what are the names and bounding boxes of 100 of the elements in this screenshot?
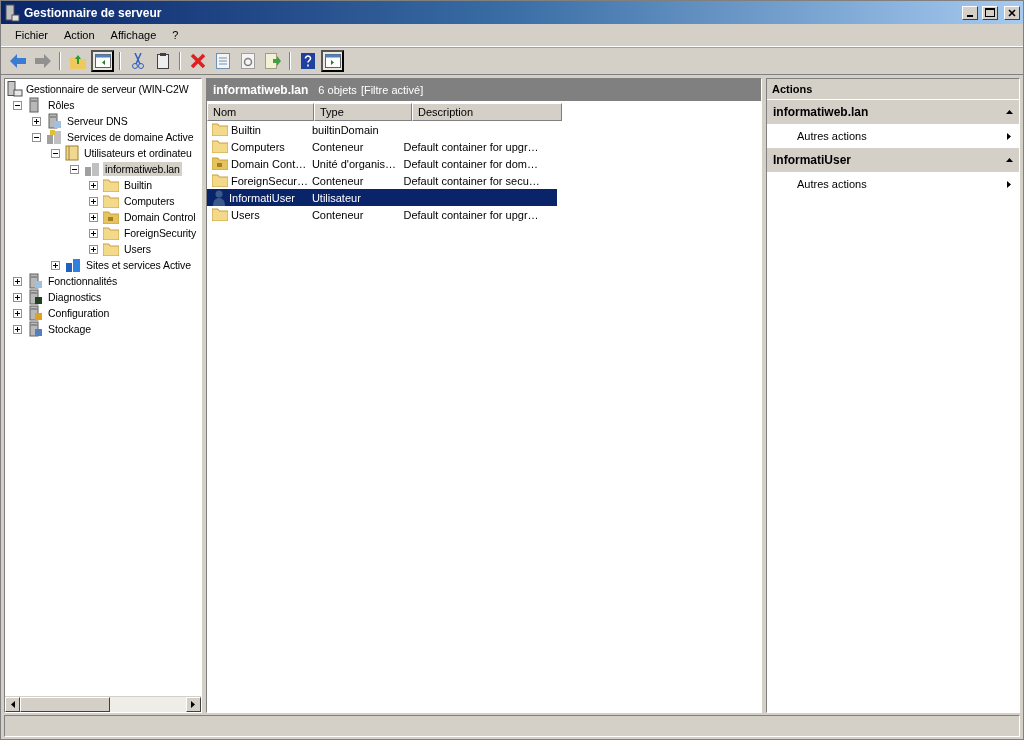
- actions-section-header[interactable]: informatiweb.lan: [767, 100, 1019, 124]
- close-button[interactable]: [1004, 5, 1020, 20]
- action-item[interactable]: Autres actions: [767, 172, 1019, 196]
- tree-item[interactable]: Diagnostics: [46, 290, 104, 304]
- plus-icon: [52, 261, 59, 269]
- menu-item[interactable]: Fichier: [7, 29, 56, 41]
- plus-icon: [14, 293, 21, 301]
- plus-icon: [90, 245, 97, 253]
- table-cell: InformatiUser: [229, 191, 296, 204]
- help-icon: [300, 53, 315, 69]
- table-cell: builtinDomain: [311, 123, 379, 136]
- expand-toggle[interactable]: [13, 324, 22, 334]
- table-cell: Default container for upgr…: [403, 140, 539, 153]
- tree-item[interactable]: Builtin: [122, 178, 154, 192]
- collapse-caret-icon: [1006, 110, 1013, 114]
- caret-icon: [1007, 132, 1011, 140]
- properties-icon: [215, 53, 230, 69]
- tree-item[interactable]: informatiweb.lan: [103, 162, 182, 176]
- menu-item[interactable]: Action: [56, 29, 103, 41]
- server-icon: [27, 305, 43, 321]
- plus-icon: [14, 309, 21, 317]
- folder-icon: [103, 226, 119, 240]
- list-row[interactable]: Domain Cont… Unité d'organis… Default container for dom…: [207, 155, 557, 172]
- tree-item[interactable]: Fonctionnalités: [46, 274, 120, 288]
- book-icon: [65, 145, 79, 161]
- tree-item[interactable]: Serveur DNS: [65, 114, 130, 128]
- tree-item[interactable]: Domain Control: [122, 210, 198, 224]
- expand-toggle[interactable]: [89, 212, 98, 222]
- maximize-button[interactable]: [982, 5, 998, 20]
- minimize-button[interactable]: [962, 5, 978, 20]
- expand-toggle[interactable]: [32, 116, 41, 126]
- collapse-toggle[interactable]: [70, 164, 79, 174]
- list-row[interactable]: Computers Conteneur Default container for upgr…: [207, 138, 557, 155]
- toolbar-button[interactable]: [321, 50, 344, 72]
- caret-icon: [1007, 180, 1011, 188]
- maximize-icon: [985, 8, 995, 17]
- menu-item[interactable]: Affichage: [102, 29, 165, 41]
- tree-item[interactable]: Utilisateurs et ordinateu: [82, 146, 194, 160]
- filter-status: [Filtre activé]: [360, 84, 424, 96]
- collapse-toggle[interactable]: [51, 148, 60, 158]
- folder-icon: [103, 210, 119, 224]
- back-arrow-icon: [9, 54, 26, 68]
- pane-icon: [324, 54, 341, 68]
- scroll-right-icon[interactable]: [191, 701, 196, 708]
- tree-item[interactable]: Configuration: [46, 306, 112, 320]
- table-cell: Computers: [231, 140, 285, 153]
- expand-toggle[interactable]: [13, 308, 22, 318]
- list-row[interactable]: ForeignSecur… Conteneur Default container for secu…: [207, 172, 557, 189]
- window-title: Gestionnaire de serveur: [24, 5, 163, 20]
- tree-item[interactable]: Sites et services Active: [84, 258, 193, 272]
- delete-x-icon: [189, 53, 206, 69]
- table-cell: Builtin: [231, 123, 261, 136]
- tree-item[interactable]: Rôles: [46, 98, 77, 112]
- tree-item[interactable]: Users: [122, 242, 153, 256]
- table-cell: Users: [231, 208, 260, 221]
- list-row[interactable]: Builtin builtinDomain: [207, 121, 557, 138]
- expand-toggle[interactable]: [89, 196, 98, 206]
- server-icon: [27, 289, 43, 305]
- menu-item[interactable]: ?: [164, 29, 187, 41]
- pane-icon: [94, 54, 111, 68]
- horizontal-scrollbar[interactable]: [5, 696, 201, 712]
- plus-icon: [90, 213, 97, 221]
- folder-icon: [212, 174, 228, 187]
- folder-up-icon: [69, 53, 86, 69]
- tree-item[interactable]: Computers: [122, 194, 177, 208]
- list-row[interactable]: InformatiUser Utilisateur: [207, 189, 557, 206]
- plus-icon: [33, 117, 40, 125]
- object-count: 6 objets: [318, 84, 357, 96]
- expand-toggle[interactable]: [51, 260, 60, 270]
- expand-toggle[interactable]: [13, 276, 22, 286]
- server-icon: [46, 113, 62, 129]
- server-icon: [7, 81, 23, 97]
- expand-toggle[interactable]: [13, 292, 22, 302]
- clipboard-icon: [156, 53, 169, 69]
- tree-item[interactable]: Gestionnaire de serveur (WIN-C2W: [24, 82, 191, 96]
- tree-item[interactable]: Stockage: [46, 322, 93, 336]
- folder-icon: [212, 157, 228, 170]
- actions-section-header[interactable]: InformatiUser: [767, 148, 1019, 172]
- column-header[interactable]: Description: [412, 103, 562, 121]
- folder-icon: [103, 178, 119, 192]
- column-header[interactable]: Type: [314, 103, 412, 121]
- column-header[interactable]: Nom: [207, 103, 314, 121]
- network-icon: [65, 257, 81, 273]
- tree-item[interactable]: Services de domaine Active: [65, 130, 196, 144]
- toolbar-button[interactable]: [91, 50, 114, 72]
- expand-toggle[interactable]: [89, 228, 98, 238]
- scroll-left-icon[interactable]: [10, 701, 15, 708]
- collapse-toggle[interactable]: [13, 100, 22, 110]
- expand-toggle[interactable]: [89, 244, 98, 254]
- tree-item[interactable]: ForeignSecurity: [122, 226, 199, 240]
- action-item[interactable]: Autres actions: [767, 124, 1019, 148]
- folder-icon: [103, 242, 119, 256]
- network-icon: [46, 129, 62, 145]
- export-list-icon: [264, 53, 281, 69]
- plus-icon: [14, 277, 21, 285]
- list-row[interactable]: Users Conteneur Default container for upgr…: [207, 206, 557, 223]
- results-title: informatiweb.lan: [213, 83, 309, 97]
- table-cell: Conteneur: [311, 140, 364, 153]
- collapse-toggle[interactable]: [32, 132, 41, 142]
- expand-toggle[interactable]: [89, 180, 98, 190]
